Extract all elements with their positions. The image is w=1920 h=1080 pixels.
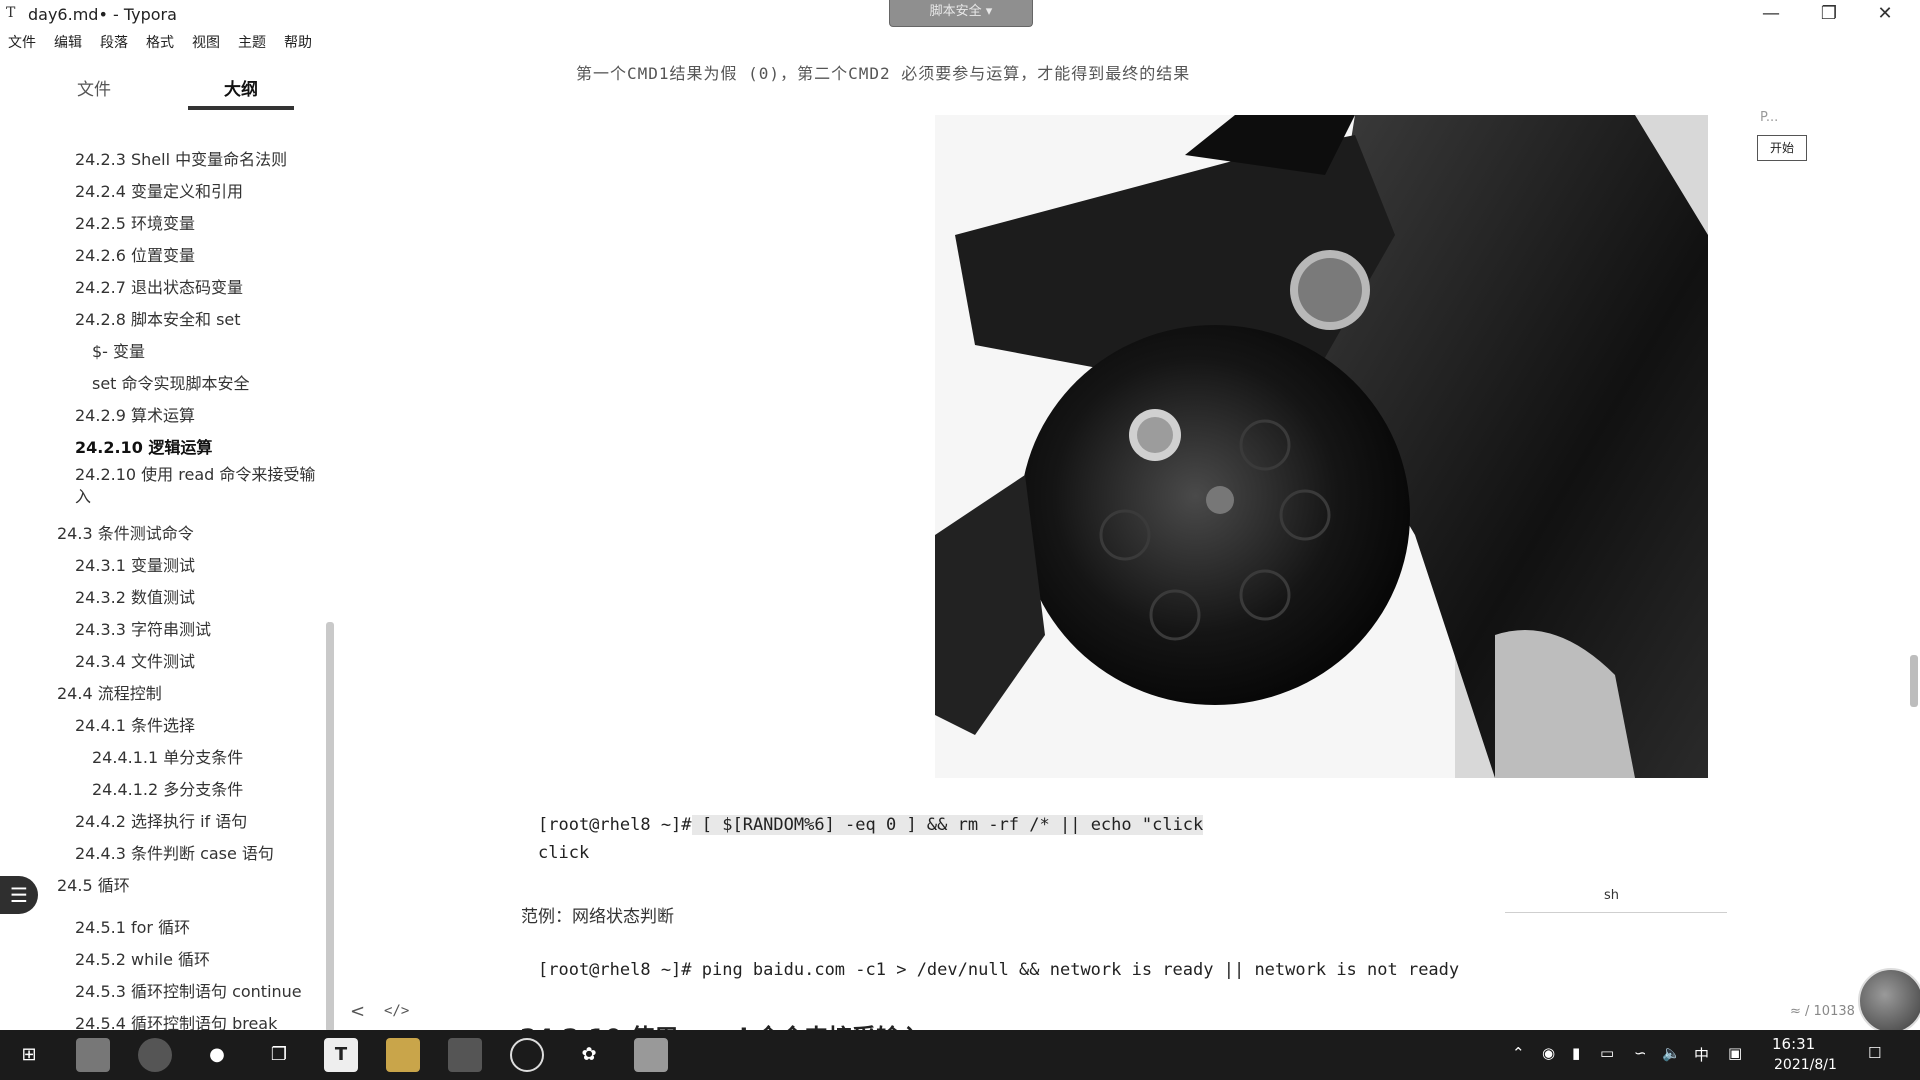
outline-toggle-icon[interactable]: ☰: [0, 876, 38, 914]
revolver-photo: [935, 115, 1708, 778]
outline-item[interactable]: 24.4.3 条件判断 case 语句: [75, 840, 274, 864]
security-tray-icon[interactable]: ▣: [1728, 1044, 1742, 1062]
virtual-machine-icon[interactable]: ❐: [262, 1038, 296, 1072]
microphone-icon[interactable]: ▮: [1572, 1044, 1580, 1062]
outline-item-active[interactable]: 24.2.10 逻辑运算: [75, 434, 212, 458]
outline-item[interactable]: 24.3.1 变量测试: [75, 552, 195, 576]
photos-icon[interactable]: [448, 1038, 482, 1072]
code-language-underline: [1505, 912, 1727, 913]
maximize-button[interactable]: ❐: [1806, 0, 1852, 30]
outline-item[interactable]: 24.2.9 算术运算: [75, 402, 195, 426]
clock-date[interactable]: 2021/8/1: [1774, 1057, 1837, 1073]
active-tab-indicator: [188, 106, 294, 110]
outline-item[interactable]: 24.5.3 循环控制语句 continue: [75, 978, 302, 1002]
content-note: 第一个CMD1结果为假 (0)，第二个CMD2 必须要参与运算，才能得到最终的结…: [576, 64, 1191, 83]
outline-item[interactable]: 24.4.1.1 单分支条件: [92, 744, 243, 768]
outline-item[interactable]: 24.3.2 数值测试: [75, 584, 195, 608]
next-section-heading: 24.2.10 使用 read 命令来接受输入: [520, 1018, 924, 1030]
source-mode-icon[interactable]: </>: [384, 1003, 409, 1019]
menu-help[interactable]: 帮助: [276, 32, 320, 54]
browser-icon[interactable]: [138, 1038, 172, 1072]
content-scrollbar[interactable]: [1910, 655, 1918, 707]
snail-app-icon[interactable]: ✿: [572, 1038, 606, 1072]
menu-paragraph[interactable]: 段落: [92, 32, 136, 54]
tab-files[interactable]: 文件: [77, 75, 111, 100]
outline-item[interactable]: 24.2.10 使用 read 命令来接受输入: [75, 464, 325, 508]
outline-item[interactable]: 24.4.1.2 多分支条件: [92, 776, 243, 800]
notification-icon[interactable]: ☐: [1868, 1044, 1881, 1062]
image-viewer-icon[interactable]: [634, 1038, 668, 1072]
windows-start-icon[interactable]: ⊞: [12, 1038, 46, 1072]
network-icon[interactable]: ∽: [1634, 1044, 1647, 1062]
sidebar-scrollbar[interactable]: [326, 622, 334, 1032]
outline-item[interactable]: 24.4.1 条件选择: [75, 712, 195, 736]
collapse-sidebar-icon[interactable]: <: [350, 1001, 365, 1022]
start-button[interactable]: 开始: [1757, 135, 1807, 161]
window-title: day6.md• - Typora: [28, 5, 177, 24]
screen-recorder-pill[interactable]: 脚本安全 ▾: [889, 0, 1033, 27]
outline-item[interactable]: 24.3.3 字符串测试: [75, 616, 211, 640]
tray-app-icon[interactable]: ◉: [1542, 1044, 1555, 1062]
minimize-button[interactable]: —: [1748, 0, 1794, 30]
menu-view[interactable]: 视图: [184, 32, 228, 54]
file-explorer-icon[interactable]: [386, 1038, 420, 1072]
sidebar: 文件 大纲 24.2.3 Shell 中变量命名法则 24.2.4 变量定义和引…: [0, 62, 336, 1033]
code-block-2[interactable]: [root@rhel8 ~]# ping baidu.com -c1 > /de…: [538, 960, 1459, 980]
title-bar: T day6.md• - Typora 脚本安全 ▾ — ❐ ✕: [0, 0, 1920, 30]
sidebar-tabs: 文件 大纲: [0, 62, 336, 112]
outline-item[interactable]: 24.2.8 脚本安全和 set: [75, 306, 241, 330]
menu-bar: 文件 编辑 段落 格式 视图 主题 帮助: [0, 32, 322, 54]
volume-icon[interactable]: 🔈: [1662, 1044, 1681, 1062]
media-player-icon[interactable]: [510, 1038, 544, 1072]
menu-edit[interactable]: 编辑: [46, 32, 90, 54]
example-paragraph: 范例：网络状态判断: [521, 907, 674, 927]
tray-expand-icon[interactable]: ⌃: [1512, 1044, 1525, 1062]
outline-item[interactable]: 24.5 循环: [57, 872, 130, 896]
typora-app-icon: T: [6, 5, 16, 21]
webcam-avatar: [1858, 968, 1920, 1034]
photo-app-icon[interactable]: [76, 1038, 110, 1072]
outline-item[interactable]: 24.2.3 Shell 中变量命名法则: [75, 146, 287, 170]
outline-item[interactable]: 24.5.1 for 循环: [75, 914, 190, 938]
code-block-1-output: click: [538, 843, 590, 863]
outline-item[interactable]: 24.2.5 环境变量: [75, 210, 195, 234]
selected-command: [ $[RANDOM%6] -eq 0 ] && rm -rf /* || ec…: [691, 815, 1204, 835]
close-button[interactable]: ✕: [1862, 0, 1908, 30]
outline-item[interactable]: 24.3.4 文件测试: [75, 648, 195, 672]
menu-format[interactable]: 格式: [138, 32, 182, 54]
outline-item[interactable]: 24.5.2 while 循环: [75, 946, 210, 970]
outline-item[interactable]: 24.4 流程控制: [57, 680, 162, 704]
outline-item[interactable]: 24.3 条件测试命令: [57, 520, 194, 544]
clock-time[interactable]: 16:31: [1772, 1035, 1815, 1053]
taskbar: ⊞ ● ❐ T ✿ ⌃ ◉ ▮ ▭ ∽ 🔈 中 ▣ 16:31 2021/8/1…: [0, 1030, 1920, 1080]
floating-tool-label: P...: [1760, 110, 1779, 125]
word-count[interactable]: ≈ / 10138: [1790, 1004, 1855, 1019]
outline-item[interactable]: set 命令实现脚本安全: [92, 370, 250, 394]
code-language-tag[interactable]: sh: [1604, 888, 1619, 903]
code-block-1-line-1[interactable]: [root@rhel8 ~]# [ $[RANDOM%6] -eq 0 ] &&…: [538, 815, 1204, 835]
typora-taskbar-icon[interactable]: T: [324, 1038, 358, 1072]
outline-item[interactable]: 24.2.7 退出状态码变量: [75, 274, 243, 298]
outline-item[interactable]: 24.2.6 位置变量: [75, 242, 195, 266]
outline-item[interactable]: 24.2.4 变量定义和引用: [75, 178, 243, 202]
battery-icon[interactable]: ▭: [1600, 1044, 1614, 1062]
outline-item[interactable]: 24.4.2 选择执行 if 语句: [75, 808, 247, 832]
menu-file[interactable]: 文件: [0, 32, 44, 54]
tab-outline[interactable]: 大纲: [224, 75, 258, 100]
wechat-icon[interactable]: ●: [200, 1038, 234, 1072]
ime-indicator[interactable]: 中: [1694, 1044, 1709, 1065]
menu-theme[interactable]: 主题: [230, 32, 274, 54]
shell-prompt: [root@rhel8 ~]#: [538, 815, 692, 835]
outline-item[interactable]: $- 变量: [92, 338, 145, 362]
